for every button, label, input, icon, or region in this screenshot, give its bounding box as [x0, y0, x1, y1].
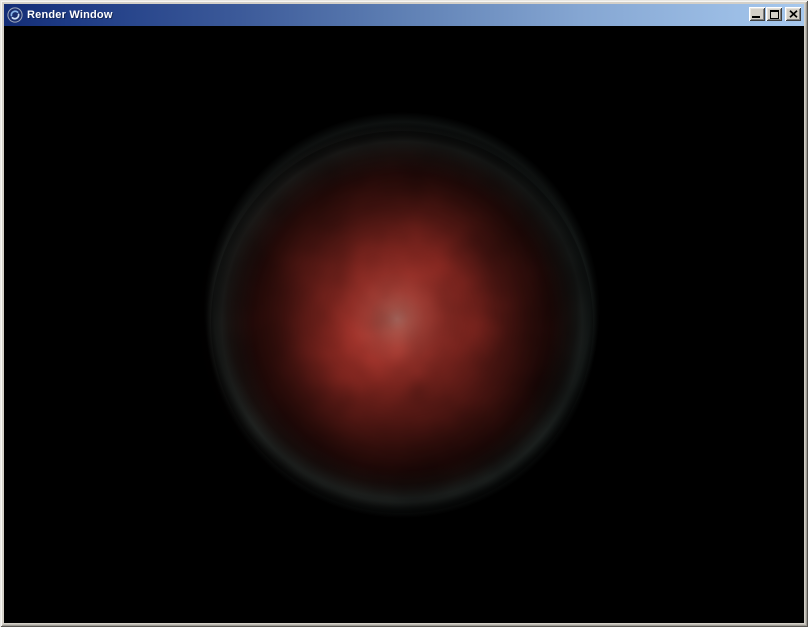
render-window: Render Window	[0, 0, 808, 627]
minimize-icon	[752, 16, 760, 18]
window-title: Render Window	[27, 9, 749, 21]
maximize-icon	[770, 10, 779, 19]
app-orb-icon[interactable]	[7, 7, 23, 23]
close-icon	[789, 10, 798, 18]
close-button[interactable]	[785, 7, 801, 21]
rendered-sphere	[4, 26, 804, 623]
titlebar[interactable]: Render Window	[4, 4, 804, 26]
window-controls	[749, 7, 801, 21]
minimize-button[interactable]	[749, 7, 765, 21]
render-viewport[interactable]	[4, 26, 804, 623]
maximize-button[interactable]	[766, 7, 782, 21]
